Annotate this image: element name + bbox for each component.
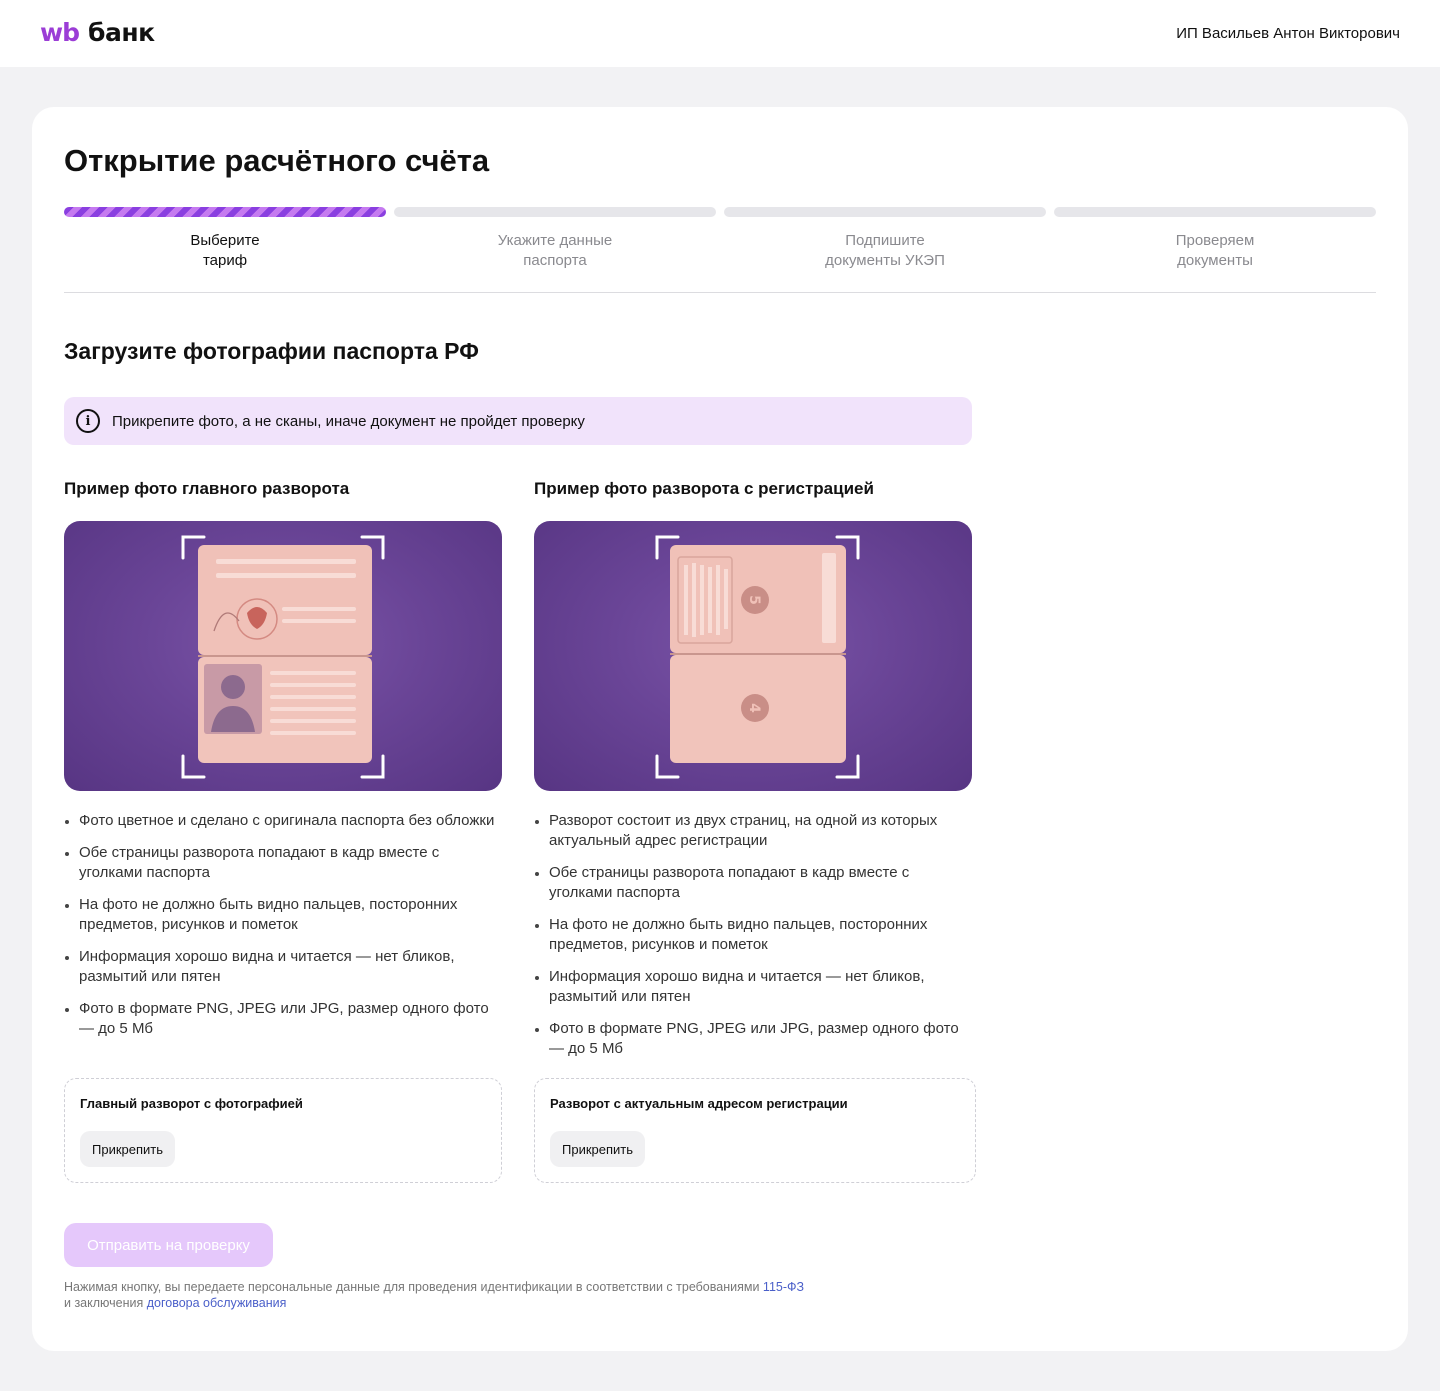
progress-segment-2: [394, 207, 716, 217]
progress-bar: [64, 207, 1376, 217]
rule-item: На фото не должно быть видно пальцев, по…: [64, 895, 504, 935]
info-icon: i: [76, 409, 100, 433]
user-name[interactable]: ИП Васильев Антон Викторович: [1176, 25, 1400, 42]
step-label-passport: Укажите данные паспорта: [497, 232, 613, 269]
main-spread-title: Пример фото главного разворота: [64, 479, 350, 498]
registration-spread-example-image: 5 4: [534, 521, 972, 791]
main-spread-upload-label: Главный разворот с фотографией: [80, 1096, 303, 1111]
rule-item: Информация хорошо видна и читается — нет…: [534, 967, 974, 1007]
section-title: Загрузите фотографии паспорта РФ: [64, 338, 479, 364]
progress-segment-3: [724, 207, 1046, 217]
progress-segment-1: [64, 207, 386, 217]
page-number-5: 5: [746, 595, 762, 605]
rule-item: Обе страницы разворота попадают в кадр в…: [64, 843, 504, 883]
rule-item: Фото в формате PNG, JPEG или JPG, размер…: [64, 999, 504, 1039]
registration-spread-upload-label: Разворот с актуальным адресом регистраци…: [550, 1096, 848, 1111]
main-spread-upload-box[interactable]: Главный разворот с фотографией Прикрепит…: [64, 1078, 502, 1183]
registration-spread-title: Пример фото разворота с регистрацией: [534, 479, 874, 498]
rule-item: Фото цветное и сделано с оригинала паспо…: [64, 811, 504, 831]
rule-item: На фото не должно быть видно пальцев, по…: [534, 915, 974, 955]
wb-bank-logo[interactable]: wb банк: [40, 18, 155, 47]
registration-spread-column: Пример фото разворота с регистрацией 5 4…: [534, 479, 976, 1071]
submit-for-review-button[interactable]: Отправить на проверку: [64, 1223, 273, 1267]
logo-bank: банк: [88, 18, 155, 47]
info-text: Прикрепите фото, а не сканы, иначе докум…: [112, 412, 585, 430]
legal-notice: Нажимая кнопку, вы передаете персональны…: [64, 1279, 804, 1311]
registration-spread-rules: Разворот состоит из двух страниц, на одн…: [534, 811, 974, 1059]
step-label-check: Проверяем документы: [1175, 232, 1255, 269]
step-label-tariff: Выберите тариф: [190, 232, 260, 269]
progress-segment-4: [1054, 207, 1376, 217]
page-number-4: 4: [746, 703, 762, 713]
attach-main-spread-button[interactable]: Прикрепить: [80, 1131, 176, 1167]
main-spread-rules: Фото цветное и сделано с оригинала паспо…: [64, 811, 504, 1039]
legal-text-2: и заключения: [64, 1296, 147, 1310]
service-agreement-link[interactable]: договора обслуживания: [147, 1296, 287, 1310]
main-card: Открытие расчётного счёта Выберите тариф…: [32, 107, 1408, 1351]
divider: [64, 292, 1376, 293]
registration-spread-upload-box[interactable]: Разворот с актуальным адресом регистраци…: [534, 1078, 976, 1183]
info-banner: i Прикрепите фото, а не сканы, иначе док…: [64, 397, 972, 445]
main-spread-example-image: [64, 521, 502, 791]
page-title: Открытие расчётного счёта: [64, 143, 490, 178]
rule-item: Разворот состоит из двух страниц, на одн…: [534, 811, 974, 851]
law-115-link[interactable]: 115-ФЗ: [763, 1280, 804, 1294]
rule-item: Информация хорошо видна и читается — нет…: [64, 947, 504, 987]
step-label-sign: Подпишите документы УКЭП: [825, 232, 945, 269]
rule-item: Обе страницы разворота попадают в кадр в…: [534, 863, 974, 903]
rule-item: Фото в формате PNG, JPEG или JPG, размер…: [534, 1019, 974, 1059]
logo-wb: wb: [40, 18, 80, 47]
attach-registration-spread-button[interactable]: Прикрепить: [550, 1131, 646, 1167]
main-spread-column: Пример фото главного разворота Фото цвет…: [64, 479, 506, 1051]
legal-text-1: Нажимая кнопку, вы передаете персональны…: [64, 1280, 763, 1294]
top-bar: wb банк ИП Васильев Антон Викторович: [0, 0, 1440, 67]
